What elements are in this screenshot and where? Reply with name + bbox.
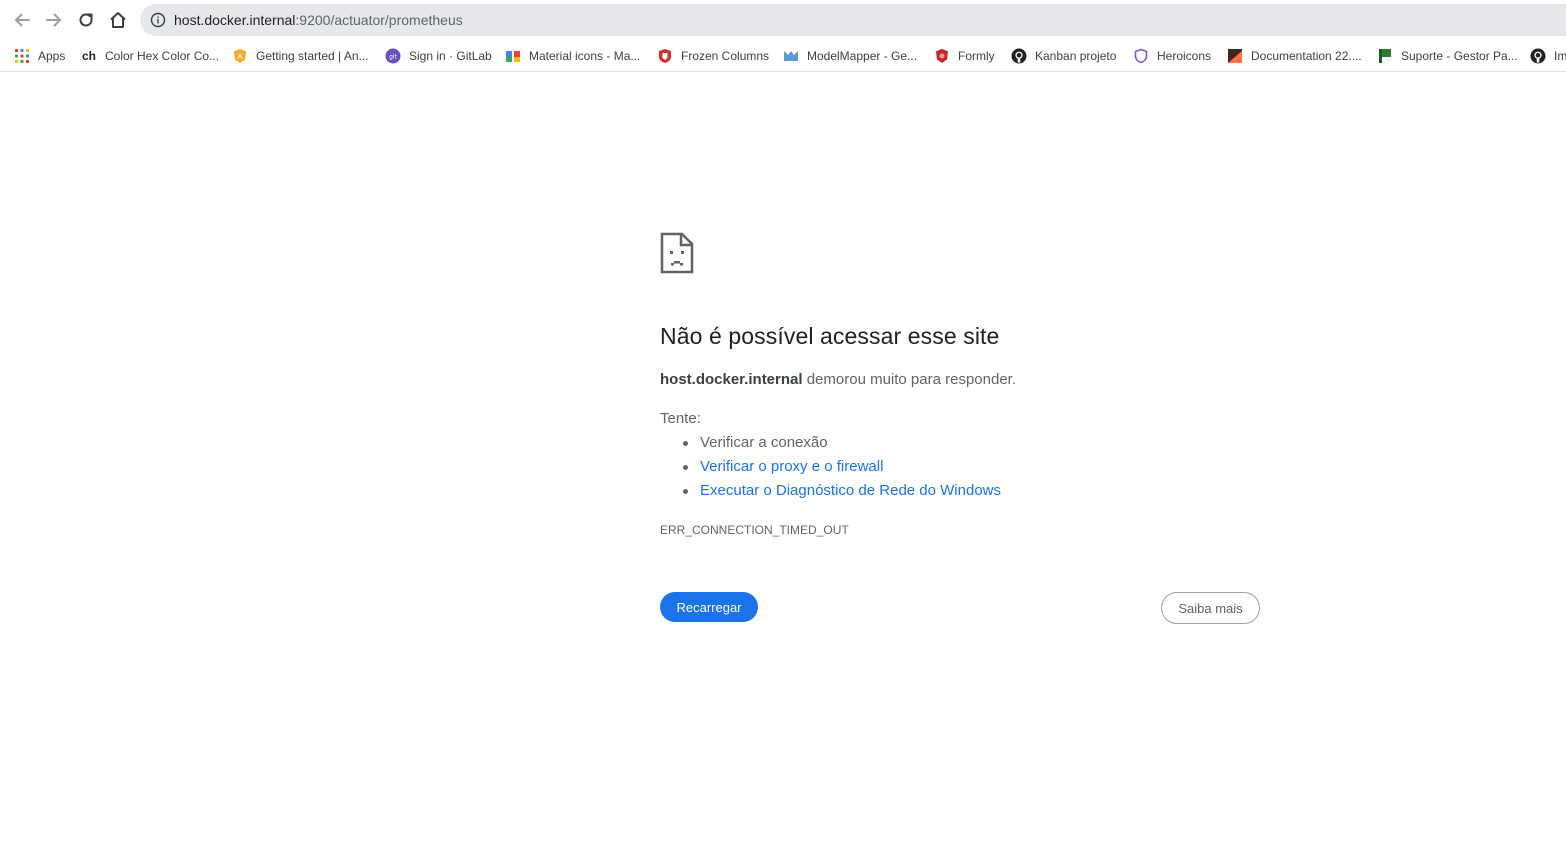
home-icon: [110, 12, 126, 28]
material-icon: [505, 48, 521, 64]
bookmark-label: Color Hex Color Co...: [105, 49, 220, 63]
bookmark-label: Im: [1554, 49, 1566, 63]
learn-more-button[interactable]: Saiba mais: [1161, 592, 1260, 624]
url-text: host.docker.internal:9200/actuator/prome…: [174, 12, 463, 28]
bookmark-documentation[interactable]: Documentation 22....: [1227, 46, 1362, 66]
github-icon: [1011, 48, 1027, 64]
colorhex-icon: ch: [81, 49, 96, 63]
error-title: Não é possível acessar esse site: [660, 323, 1000, 349]
site-info-icon[interactable]: [150, 12, 166, 28]
bookmark-label: Material icons - Ma...: [529, 49, 641, 63]
address-bar[interactable]: host.docker.internal:9200/actuator/prome…: [140, 4, 1566, 36]
github-icon: [1530, 48, 1546, 64]
browser-toolbar: host.docker.internal:9200/actuator/prome…: [0, 0, 1566, 40]
bookmark-gitlab[interactable]: git Sign in · GitLab: [385, 46, 492, 66]
error-description: host.docker.internal demorou muito para …: [660, 371, 1016, 388]
angular-shield-icon: [232, 48, 248, 64]
bookmark-label: Sign in · GitLab: [409, 49, 492, 63]
apps-grid-icon: [14, 48, 30, 64]
error-message: demorou muito para responder.: [802, 371, 1017, 388]
refresh-icon: [79, 13, 93, 27]
suggestion-item: Verificar a conexão: [660, 434, 1001, 458]
bookmark-label: ModelMapper - Ge...: [807, 49, 918, 63]
back-arrow-icon: [14, 13, 30, 27]
bookmark-im[interactable]: Im: [1530, 46, 1566, 66]
suggestion-item: Verificar o proxy e o firewall: [660, 458, 1001, 482]
bookmark-angular[interactable]: Getting started | An...: [232, 46, 369, 66]
bookmark-colorhex[interactable]: ch Color Hex Color Co...: [81, 46, 219, 66]
suggestions-list: Verificar a conexão Verificar o proxy e …: [660, 434, 1001, 506]
primefaces-icon: [657, 48, 673, 64]
bookmark-heroicons[interactable]: Heroicons: [1133, 46, 1211, 66]
bookmark-kanban[interactable]: Kanban projeto: [1011, 46, 1116, 66]
bookmark-modelmapper[interactable]: ModelMapper - Ge...: [783, 46, 917, 66]
bookmark-label: Getting started | An...: [256, 49, 369, 63]
home-button[interactable]: [106, 8, 130, 32]
bookmark-label: Kanban projeto: [1035, 49, 1117, 63]
bookmark-formly[interactable]: Formly: [934, 46, 995, 66]
bookmark-material-icons[interactable]: Material icons - Ma...: [505, 46, 640, 66]
try-label: Tente:: [660, 410, 701, 427]
heroicons-icon: [1133, 48, 1149, 64]
documentation-icon: [1227, 48, 1243, 64]
url-path: :9200/actuator/prometheus: [295, 12, 463, 28]
bookmarks-bar: Apps ch Color Hex Color Co... Getting st…: [0, 40, 1566, 72]
forward-arrow-icon: [46, 13, 62, 27]
bookmark-frozen-columns[interactable]: Frozen Columns: [657, 46, 769, 66]
url-host: host.docker.internal: [174, 12, 296, 28]
back-button[interactable]: [10, 8, 34, 32]
suggestion-item: Executar o Diagnóstico de Rede do Window…: [660, 482, 1001, 506]
suggestion-check-connection: Verificar a conexão: [700, 434, 828, 451]
error-host: host.docker.internal: [660, 371, 803, 388]
modelmapper-icon: [783, 48, 799, 64]
svg-text:git: git: [389, 54, 397, 61]
forward-button[interactable]: [42, 8, 66, 32]
formly-icon: [934, 48, 950, 64]
sad-page-icon: [660, 232, 694, 274]
gitlab-icon: git: [385, 48, 401, 64]
suporte-flag-icon: [1377, 48, 1393, 64]
bookmark-label: Documentation 22....: [1251, 49, 1362, 63]
bookmark-label: Suporte - Gestor Pa...: [1401, 49, 1518, 63]
bookmark-suporte[interactable]: Suporte - Gestor Pa...: [1377, 46, 1518, 66]
bookmark-apps[interactable]: Apps: [14, 46, 65, 66]
suggestion-network-diagnostics-link[interactable]: Executar o Diagnóstico de Rede do Window…: [700, 482, 1001, 499]
bookmark-label: Heroicons: [1157, 49, 1212, 63]
suggestion-check-proxy-link[interactable]: Verificar o proxy e o firewall: [700, 458, 883, 475]
bookmark-label: Formly: [958, 49, 995, 63]
reload-button[interactable]: Recarregar: [660, 592, 758, 622]
reload-page-button[interactable]: [74, 8, 98, 32]
error-code: ERR_CONNECTION_TIMED_OUT: [660, 523, 849, 537]
bookmark-label: Apps: [38, 49, 66, 63]
bookmark-label: Frozen Columns: [681, 49, 770, 63]
